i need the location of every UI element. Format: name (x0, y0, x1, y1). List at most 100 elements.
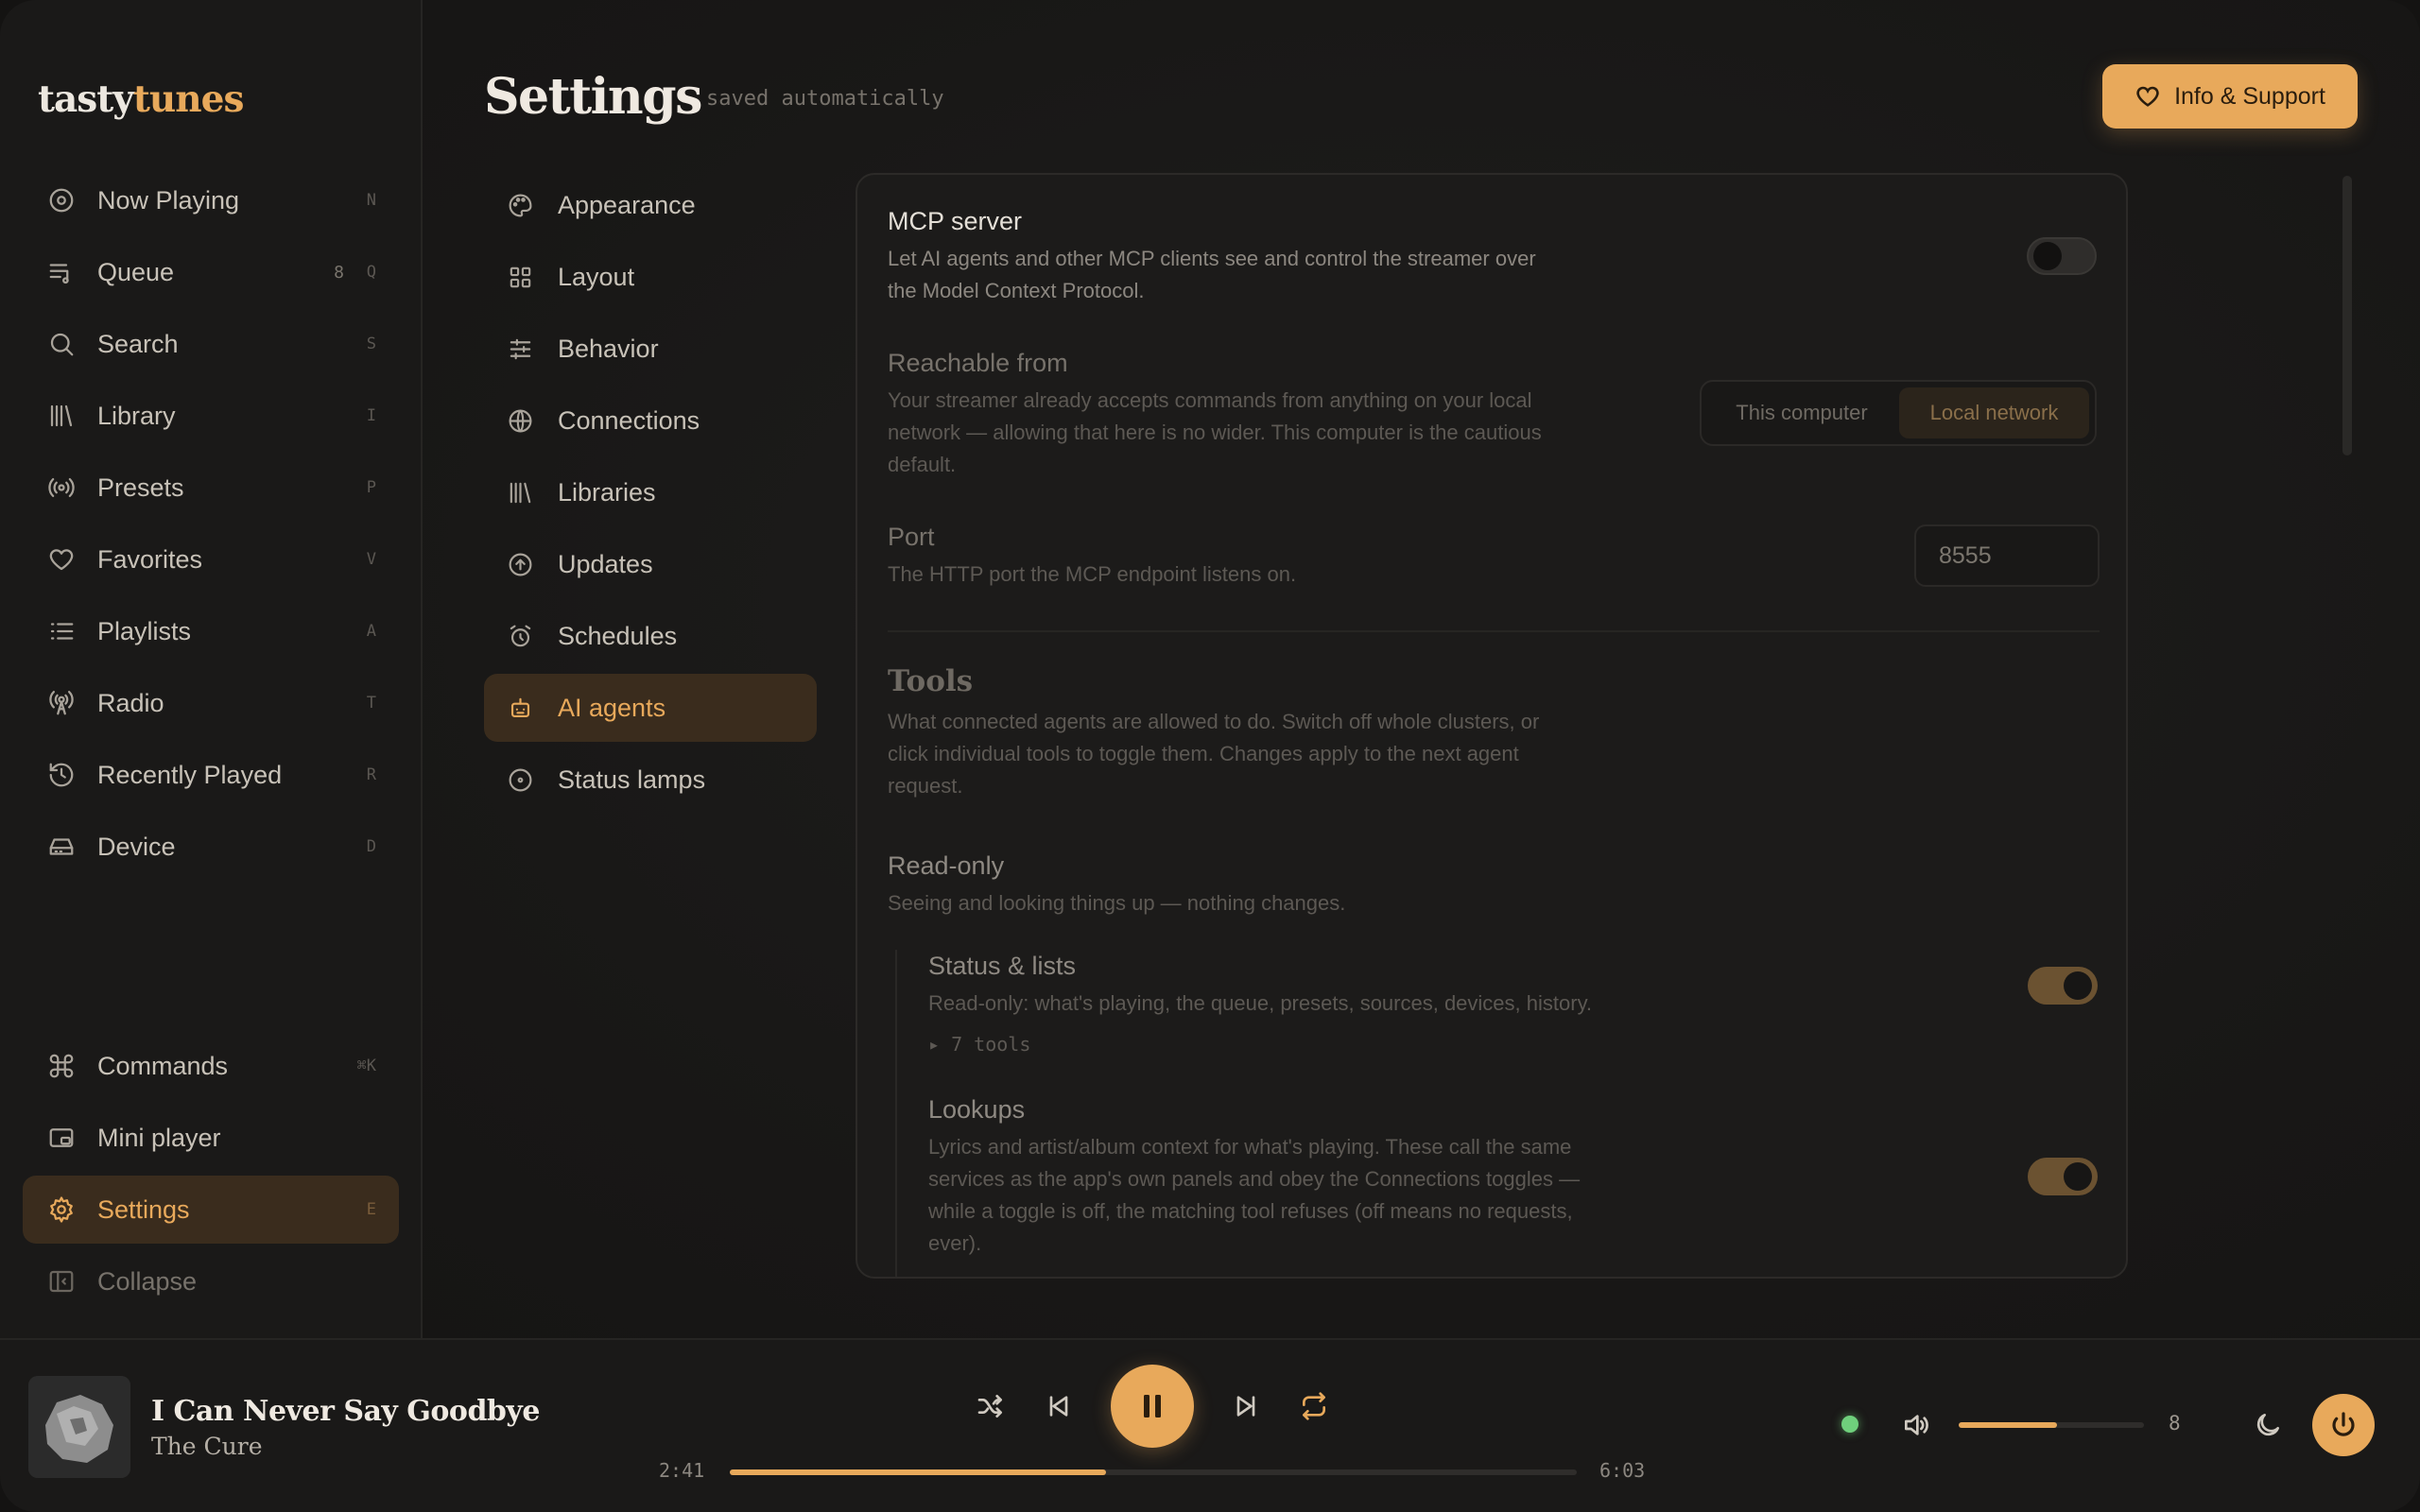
sidebar-item-playlists[interactable]: Playlists A (23, 597, 399, 665)
alarm-clock-icon (505, 621, 535, 651)
sidebar-item-label: Library (97, 401, 176, 430)
group-indent-line (895, 950, 897, 1277)
volume-value: 8 (2169, 1412, 2181, 1435)
sidebar-item-label: Settings (97, 1194, 190, 1224)
reachable-from-segmented-control: This computer Local network (1700, 380, 2097, 446)
option-this-computer[interactable]: This computer (1707, 387, 1896, 438)
mute-button[interactable] (1892, 1400, 1941, 1450)
power-icon (2332, 1412, 2355, 1436)
shortcut-key: D (366, 837, 376, 856)
sidebar-item-queue[interactable]: Queue 8 Q (23, 238, 399, 306)
sidebar-collapse-button[interactable]: Collapse (23, 1247, 399, 1315)
mcp-server-title: MCP server (888, 207, 1023, 235)
sidebar-item-commands[interactable]: Commands ⌘K (23, 1032, 399, 1100)
sidebar-item-favorites[interactable]: Favorites V (23, 525, 399, 593)
shortcut-key: N (366, 191, 376, 210)
brand-logo: tastytunes (38, 77, 244, 121)
robot-icon (505, 693, 535, 723)
sidebar-item-recently-played[interactable]: Recently Played R (23, 741, 399, 809)
power-button[interactable] (2312, 1394, 2375, 1456)
status-lists-description: Read-only: what's playing, the queue, pr… (928, 991, 1593, 1015)
album-art[interactable] (28, 1376, 130, 1478)
sidebar-item-label: Radio (97, 688, 164, 717)
sidebar-item-radio[interactable]: Radio T (23, 669, 399, 737)
search-icon (45, 328, 78, 360)
grid-icon (505, 262, 535, 292)
port-input[interactable]: 8555 (1914, 524, 2100, 587)
sidebar-item-search[interactable]: Search S (23, 310, 399, 378)
next-track-button[interactable] (1221, 1382, 1270, 1431)
globe-icon (505, 405, 535, 436)
read-only-description: Seeing and looking things up — nothing c… (888, 891, 1346, 915)
shortcut-key: S (366, 335, 376, 353)
repeat-icon (1303, 1392, 1325, 1420)
sidebar-item-label: Commands (97, 1051, 229, 1080)
sidebar-item-now-playing[interactable]: Now Playing N (23, 166, 399, 234)
progress-bar[interactable] (730, 1469, 1577, 1475)
port-title: Port (888, 523, 935, 551)
settings-tab-layout[interactable]: Layout (484, 243, 817, 311)
section-divider (888, 630, 2100, 632)
page-title: Settings (484, 68, 702, 126)
progress-fill (730, 1469, 1106, 1475)
lookups-toggle[interactable] (2028, 1158, 2098, 1195)
shuffle-icon (977, 1395, 1002, 1418)
option-local-network[interactable]: Local network (1899, 387, 2089, 438)
track-artist[interactable]: The Cure (151, 1433, 263, 1460)
shortcut-key: R (366, 765, 376, 784)
settings-tab-connections[interactable]: Connections (484, 387, 817, 455)
ai-agents-settings-panel: MCP server Let AI agents and other MCP c… (856, 173, 2128, 1279)
total-time: 6:03 (1599, 1459, 1646, 1482)
repeat-button[interactable] (1289, 1382, 1339, 1431)
connection-status-indicator (1841, 1416, 1858, 1433)
lookups-title: Lookups (928, 1095, 1026, 1124)
info-support-button[interactable]: Info & Support (2102, 64, 2358, 129)
settings-tab-label: Libraries (558, 477, 656, 507)
arrow-up-circle-icon (505, 549, 535, 579)
mini-player-icon (45, 1122, 78, 1154)
sidebar-item-label: Search (97, 329, 179, 358)
play-pause-button[interactable] (1111, 1365, 1194, 1448)
shuffle-button[interactable] (966, 1382, 1015, 1431)
lookups-description: Lyrics and artist/album context for what… (928, 1135, 1581, 1255)
device-icon (45, 831, 78, 863)
volume-slider[interactable] (1959, 1422, 2144, 1428)
scrollbar[interactable] (2342, 176, 2352, 455)
sidebar-item-label: Now Playing (97, 185, 240, 215)
sidebar-item-presets[interactable]: Presets P (23, 454, 399, 522)
status-lists-toggle[interactable] (2028, 967, 2098, 1005)
sidebar-item-library[interactable]: Library I (23, 382, 399, 450)
status-lists-tools-expander[interactable]: ▸ 7 tools (928, 1033, 1030, 1056)
theme-toggle-button[interactable] (2243, 1400, 2292, 1450)
queue-count-badge: 8 (334, 262, 344, 283)
sidebar-item-label: Favorites (97, 544, 203, 574)
settings-tab-label: Connections (558, 405, 700, 435)
collapse-icon (45, 1265, 78, 1297)
tools-description: What connected agents are allowed to do.… (888, 710, 1540, 798)
library-icon (505, 477, 535, 507)
sidebar-item-mini-player[interactable]: Mini player (23, 1104, 399, 1172)
skip-forward-icon (1236, 1396, 1255, 1417)
reachable-from-title: Reachable from (888, 349, 1068, 377)
shortcut-key: E (366, 1200, 376, 1219)
sidebar-item-device[interactable]: Device D (23, 813, 399, 881)
settings-tab-behavior[interactable]: Behavior (484, 315, 817, 383)
mcp-server-toggle[interactable] (2027, 237, 2097, 275)
sidebar-item-label: Playlists (97, 616, 192, 645)
history-icon (45, 759, 78, 791)
palette-icon (505, 190, 535, 220)
disc-icon (45, 184, 78, 216)
sidebar-item-label: Device (97, 832, 176, 861)
settings-tab-schedules[interactable]: Schedules (484, 602, 817, 670)
settings-tab-ai-agents[interactable]: AI agents (484, 674, 817, 742)
tools-heading: Tools (888, 664, 974, 698)
settings-tab-status-lamps[interactable]: Status lamps (484, 746, 817, 814)
previous-track-button[interactable] (1034, 1382, 1083, 1431)
settings-tab-updates[interactable]: Updates (484, 530, 817, 598)
sidebar-item-label: Mini player (97, 1123, 221, 1152)
sidebar-item-settings[interactable]: Settings E (23, 1176, 399, 1244)
sidebar-item-label: Presets (97, 472, 184, 502)
settings-tab-libraries[interactable]: Libraries (484, 458, 817, 526)
heart-icon (2136, 86, 2159, 107)
settings-tab-appearance[interactable]: Appearance (484, 171, 817, 239)
